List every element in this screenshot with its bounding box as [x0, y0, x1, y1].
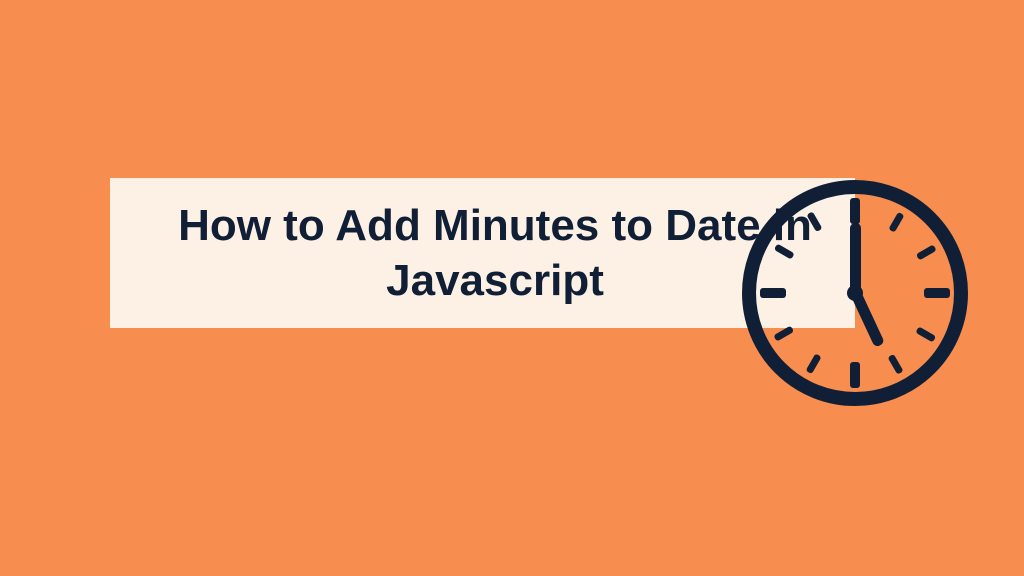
clock-icon [740, 178, 970, 408]
title-text: How to Add Minutes to Date in Javascript [165, 198, 825, 308]
